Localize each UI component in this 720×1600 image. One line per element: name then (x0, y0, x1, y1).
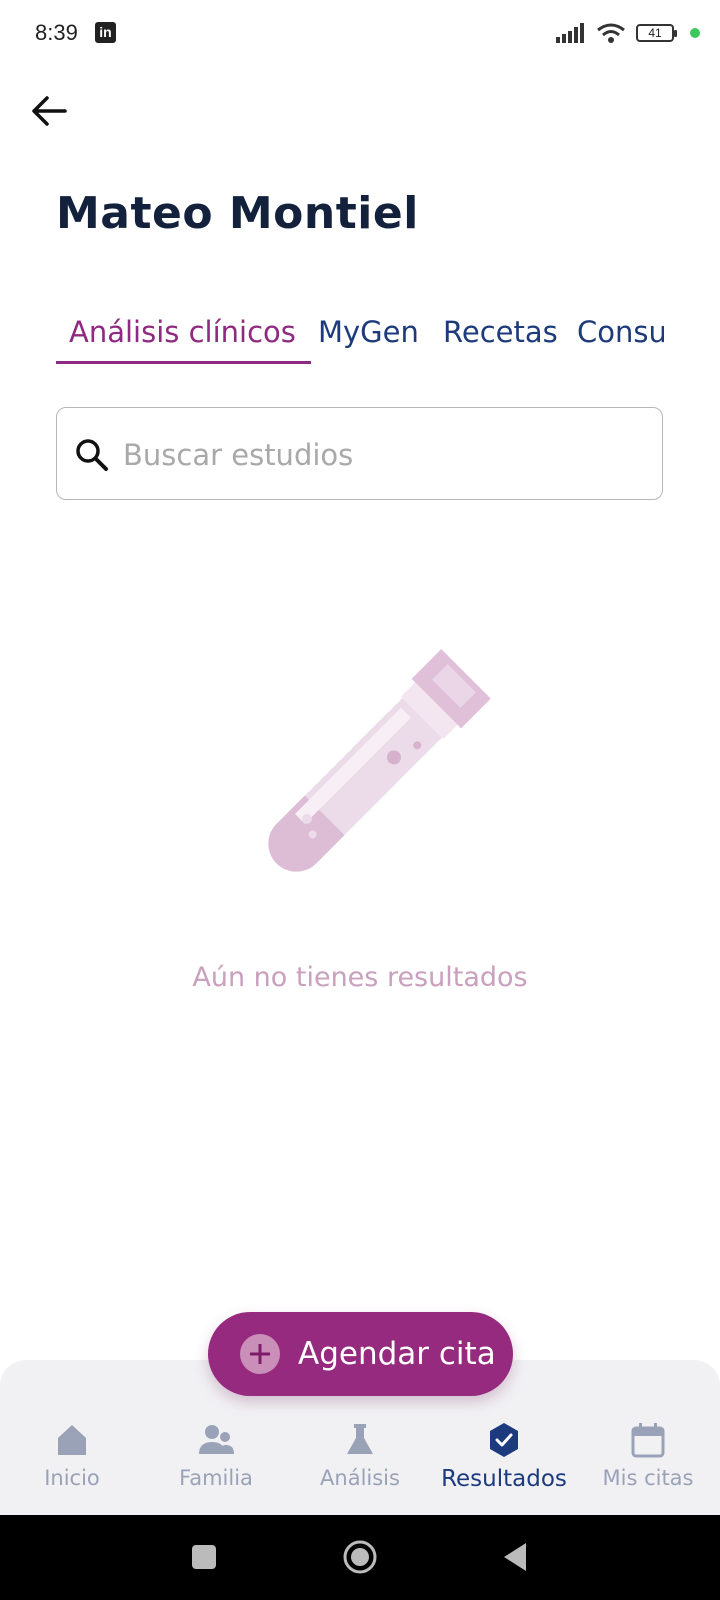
empty-state-message: Aún no tienes resultados (192, 962, 528, 993)
badge-check-icon (490, 1423, 518, 1457)
status-icons: 41 (556, 22, 700, 44)
arrow-left-icon (32, 96, 67, 126)
battery-indicator: 41 (636, 24, 677, 42)
recents-icon[interactable] (182, 1535, 226, 1579)
system-navigation-bar (0, 1515, 720, 1600)
schedule-appointment-button[interactable]: Agendar cita (208, 1312, 513, 1396)
home-button-icon[interactable] (338, 1535, 382, 1579)
calendar-icon (631, 1423, 665, 1458)
tab-mygen[interactable]: MyGen (318, 315, 419, 349)
tab-bar: Análisis clínicos MyGen Recetas Consulta… (56, 305, 664, 365)
status-time: 8:39 (35, 20, 78, 45)
search-input[interactable] (121, 432, 645, 478)
search-icon (76, 439, 108, 471)
back-button[interactable] (26, 88, 72, 134)
tab-recetas[interactable]: Recetas (443, 315, 558, 349)
nav-label: Mis citas (602, 1466, 694, 1490)
status-bar: 8:39 in 41 (0, 0, 720, 70)
back-nav-icon[interactable] (494, 1535, 538, 1579)
nav-label: Resultados (441, 1466, 567, 1492)
test-tube-icon (268, 649, 491, 872)
nav-label: Análisis (320, 1466, 400, 1490)
page-title: Mateo Montiel (56, 188, 419, 239)
flask-icon (347, 1424, 373, 1454)
linkedin-icon: in (95, 22, 116, 43)
home-icon (58, 1425, 86, 1455)
nav-item-inicio[interactable]: Inicio (2, 1420, 142, 1490)
plus-icon (240, 1334, 280, 1374)
wifi-icon (597, 23, 625, 43)
nav-item-analisis[interactable]: Análisis (290, 1420, 430, 1490)
signal-icon (556, 23, 584, 43)
family-icon (199, 1425, 234, 1454)
search-box[interactable] (56, 407, 663, 500)
nav-item-familia[interactable]: Familia (146, 1420, 286, 1490)
tab-consultas[interactable]: Consultas (577, 315, 664, 349)
fab-label: Agendar cita (298, 1336, 496, 1372)
nav-item-resultados[interactable]: Resultados (434, 1420, 574, 1492)
nav-label: Familia (179, 1466, 253, 1490)
nav-label: Inicio (44, 1466, 100, 1490)
active-tab-indicator (56, 361, 311, 364)
nav-item-mis-citas[interactable]: Mis citas (578, 1420, 718, 1490)
privacy-dot (690, 28, 700, 38)
tab-analisis-clinicos[interactable]: Análisis clínicos (69, 315, 296, 349)
